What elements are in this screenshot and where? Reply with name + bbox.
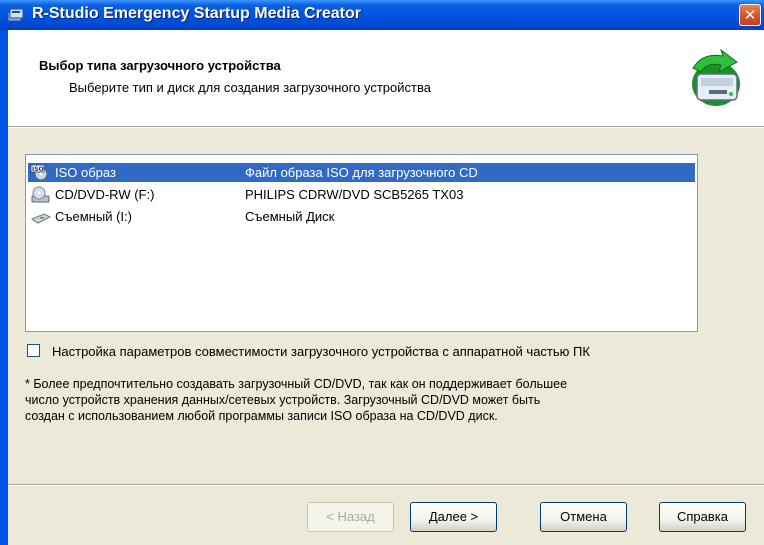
wizard-header: Выбор типа загрузочного устройства Выбер…	[8, 30, 764, 126]
cd-drive-icon	[31, 186, 50, 203]
header-divider-highlight	[8, 127, 764, 128]
back-button[interactable]: < Назад	[307, 502, 394, 532]
boot-media-note: * Более предпочтительно создавать загруз…	[25, 376, 725, 424]
compat-checkbox[interactable]	[27, 344, 40, 357]
cancel-button[interactable]: Отмена	[540, 502, 627, 532]
note-line: число устройств хранения данных/сетевых …	[25, 393, 541, 407]
page-subtitle: Выберите тип и диск для создания загрузо…	[69, 80, 431, 95]
note-line: * Более предпочтительно создавать загруз…	[25, 377, 568, 391]
help-button[interactable]: Справка	[659, 502, 746, 532]
footer-divider-highlight	[8, 485, 764, 486]
device-description: Съемный Диск	[245, 209, 335, 224]
removable-drive-icon	[30, 213, 52, 224]
iso-icon: ISO	[30, 164, 48, 181]
app-icon	[7, 8, 24, 22]
close-icon: ✕	[743, 6, 757, 24]
list-item-iso[interactable]: ISO ISO образ Файл образа ISO для загруз…	[28, 163, 695, 182]
device-name: ISO образ	[55, 165, 116, 180]
next-button[interactable]: Далее >	[410, 502, 497, 532]
device-description: PHILIPS CDRW/DVD SCB5265 TX03	[245, 187, 464, 202]
drive-wizard-icon	[692, 48, 740, 106]
compat-checkbox-label[interactable]: Настройка параметров совместимости загру…	[52, 344, 590, 359]
list-item-cd-drive[interactable]: CD/DVD-RW (F:) PHILIPS CDRW/DVD SCB5265 …	[28, 185, 695, 204]
svg-text:ISO: ISO	[32, 166, 44, 173]
window-title: R-Studio Emergency Startup Media Creator	[32, 5, 361, 22]
device-name: CD/DVD-RW (F:)	[55, 187, 155, 202]
list-item-removable[interactable]: Съемный (I:) Съемный Диск	[28, 207, 695, 226]
device-name: Съемный (I:)	[55, 209, 132, 224]
close-button[interactable]: ✕	[739, 4, 761, 26]
title-bar[interactable]: R-Studio Emergency Startup Media Creator…	[0, 0, 764, 30]
note-line: создан с использованием любой программы …	[25, 409, 498, 423]
device-list[interactable]: ISO ISO образ Файл образа ISO для загруз…	[25, 154, 698, 332]
device-description: Файл образа ISO для загрузочного CD	[245, 165, 478, 180]
window-frame	[0, 30, 8, 545]
page-title: Выбор типа загрузочного устройства	[39, 58, 281, 73]
